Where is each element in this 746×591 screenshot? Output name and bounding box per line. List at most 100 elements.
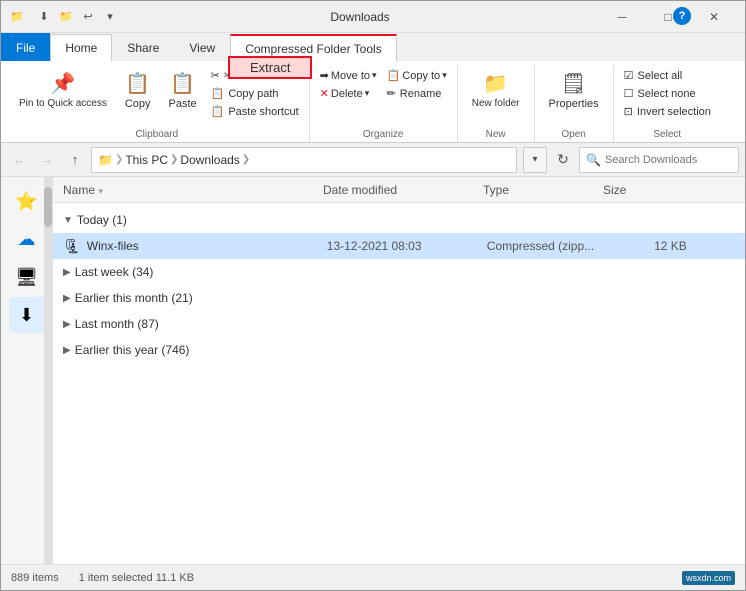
select-content: ☑ Select all ☐ Select none ⊡ Invert sele… [620, 65, 715, 126]
delete-button[interactable]: ✕ Delete ▾ [316, 85, 381, 102]
tab-home[interactable]: Home [50, 34, 112, 62]
group-chevron-thismonth: ▶ [63, 293, 71, 304]
pin-to-quick-access-button[interactable]: 📌 Pin to Quick access [11, 67, 115, 114]
tab-file[interactable]: File [1, 33, 50, 61]
group-chevron-thisyear: ▶ [63, 345, 71, 356]
organize-label: Organize [363, 126, 404, 142]
move-to-button[interactable]: ➡ Move to ▾ [316, 67, 381, 84]
qat-properties[interactable]: ⬇ [33, 6, 55, 28]
file-date-winx: 13-12-2021 08:03 [327, 239, 487, 253]
column-date[interactable]: Date modified [323, 183, 483, 197]
tab-view[interactable]: View [174, 33, 230, 61]
sidebar-onedrive[interactable]: ☁ [9, 221, 45, 257]
search-input[interactable] [605, 154, 732, 166]
select-label: Select [653, 126, 681, 142]
folder-icon: 📁 [9, 9, 25, 25]
group-lastmonth[interactable]: ▶ Last month (87) [53, 311, 745, 337]
address-expand-button[interactable]: ▾ [523, 147, 547, 173]
group-chevron-lastmonth: ▶ [63, 319, 71, 330]
selected-info: 1 item selected 11.1 KB [79, 572, 194, 584]
new-folder-button[interactable]: 📁 New folder [464, 67, 528, 114]
new-folder-icon: 📁 [483, 71, 508, 96]
column-headers: Name ▾ Date modified Type Size [53, 177, 745, 203]
select-group: ☑ Select all ☐ Select none ⊡ Invert sele… [614, 65, 721, 142]
group-thismonth[interactable]: ▶ Earlier this month (21) [53, 285, 745, 311]
refresh-button[interactable]: ↻ [551, 148, 575, 172]
paste-shortcut-icon: 📋 [211, 105, 225, 118]
address-bar[interactable]: 📁 ❯ This PC ❯ Downloads ❯ [91, 147, 517, 173]
column-size[interactable]: Size [603, 183, 683, 197]
qat-new-folder[interactable]: 📁 [55, 6, 77, 28]
group-chevron-lastweek: ▶ [63, 267, 71, 278]
address-bar-row: ← → ↑ 📁 ❯ This PC ❯ Downloads ❯ ▾ ↻ 🔍 [1, 143, 745, 177]
column-name[interactable]: Name ▾ [63, 183, 323, 197]
file-type-winx: Compressed (zipp... [487, 239, 607, 253]
group-today[interactable]: ▼ Today (1) [53, 207, 745, 233]
group-chevron-today: ▼ [63, 215, 73, 226]
delete-icon: ✕ [320, 87, 329, 100]
window-title: Downloads [121, 10, 599, 24]
paste-icon: 📋 [170, 71, 195, 96]
invert-icon: ⊡ [624, 105, 633, 118]
tab-share[interactable]: Share [112, 33, 174, 61]
select-col: ☑ Select all ☐ Select none ⊡ Invert sele… [620, 67, 715, 120]
close-button[interactable]: ✕ [691, 1, 737, 33]
organize-group: ➡ Move to ▾ ✕ Delete ▾ 📋 Copy to ▾ [310, 65, 458, 142]
select-none-button[interactable]: ☐ Select none [620, 85, 715, 102]
ribbon: 📌 Pin to Quick access 📋 Copy 📋 Paste ✂ [1, 61, 745, 143]
up-button[interactable]: ↑ [63, 148, 87, 172]
breadcrumb: 📁 ❯ This PC ❯ Downloads ❯ [98, 153, 250, 167]
group-label-thismonth: Earlier this month (21) [75, 291, 193, 305]
copy-to-button[interactable]: 📋 Copy to ▾ [383, 67, 451, 84]
back-button[interactable]: ← [7, 148, 31, 172]
properties-button[interactable]: 🗒 Properties [541, 67, 607, 114]
title-bar: 📁 ⬇ 📁 ↩ ▾ Downloads ? ─ □ ✕ [1, 1, 745, 33]
extract-button[interactable]: Extract [228, 56, 312, 79]
invert-selection-button[interactable]: ⊡ Invert selection [620, 103, 715, 120]
help-icon[interactable]: ? [673, 7, 691, 25]
this-pc-crumb[interactable]: This PC ❯ [125, 153, 178, 167]
minimize-button[interactable]: ─ [599, 1, 645, 33]
rename-button[interactable]: ✏ Rename [383, 85, 451, 102]
clipboard-label: Clipboard [135, 126, 178, 142]
copy-button[interactable]: 📋 Copy [117, 67, 159, 114]
rename-icon: ✏ [387, 87, 396, 100]
group-thisyear[interactable]: ▶ Earlier this year (746) [53, 337, 745, 363]
file-content: ▼ Today (1) 🗜 Winx-files 13-12-2021 08:0… [53, 203, 745, 564]
item-count: 889 items [11, 572, 59, 584]
copy-to-chevron: ▾ [442, 70, 447, 81]
group-label-lastweek: Last week (34) [75, 265, 154, 279]
sidebar-star[interactable]: ⭐ [9, 183, 45, 219]
zip-icon: 🗜 [63, 238, 81, 255]
delete-chevron: ▾ [365, 88, 370, 99]
sidebar-scrollbar-thumb [44, 187, 52, 227]
downloads-crumb[interactable]: Downloads ❯ [180, 153, 250, 167]
column-type[interactable]: Type [483, 183, 603, 197]
open-label: Open [561, 126, 585, 142]
sidebar-scrollbar[interactable] [44, 177, 52, 564]
forward-button[interactable]: → [35, 148, 59, 172]
main-area: ⭐ ☁ 🖥 ⬇ Name ▾ Date modified Type [1, 177, 745, 564]
group-lastweek[interactable]: ▶ Last week (34) [53, 259, 745, 285]
search-icon: 🔍 [586, 153, 601, 167]
search-box[interactable]: 🔍 [579, 147, 739, 173]
qat-dropdown[interactable]: ▾ [99, 6, 121, 28]
ribbon-tabs: File Home Share View Compressed Folder T… [1, 33, 745, 61]
pin-icon: 📌 [50, 71, 75, 96]
select-all-button[interactable]: ☑ Select all [620, 67, 715, 84]
properties-icon: 🗒 [561, 71, 586, 96]
paste-button[interactable]: 📋 Paste [161, 67, 205, 114]
watermark: wsxdn.com [682, 571, 735, 585]
sidebar-downloads[interactable]: ⬇ [9, 297, 45, 333]
new-label: New [486, 126, 506, 142]
paste-shortcut-button[interactable]: 📋 Paste shortcut [207, 103, 303, 120]
status-right: wsxdn.com [682, 571, 735, 585]
qat-undo[interactable]: ↩ [77, 6, 99, 28]
window-controls: ─ □ ✕ [599, 1, 737, 33]
open-group: 🗒 Properties Open [535, 65, 614, 142]
copy-path-button[interactable]: 📋 Copy path [207, 85, 303, 102]
file-row-winx[interactable]: 🗜 Winx-files 13-12-2021 08:03 Compressed… [53, 233, 745, 259]
sort-icon: ▾ [98, 186, 103, 196]
select-all-icon: ☑ [624, 69, 634, 82]
sidebar-pc[interactable]: 🖥 [9, 259, 45, 295]
